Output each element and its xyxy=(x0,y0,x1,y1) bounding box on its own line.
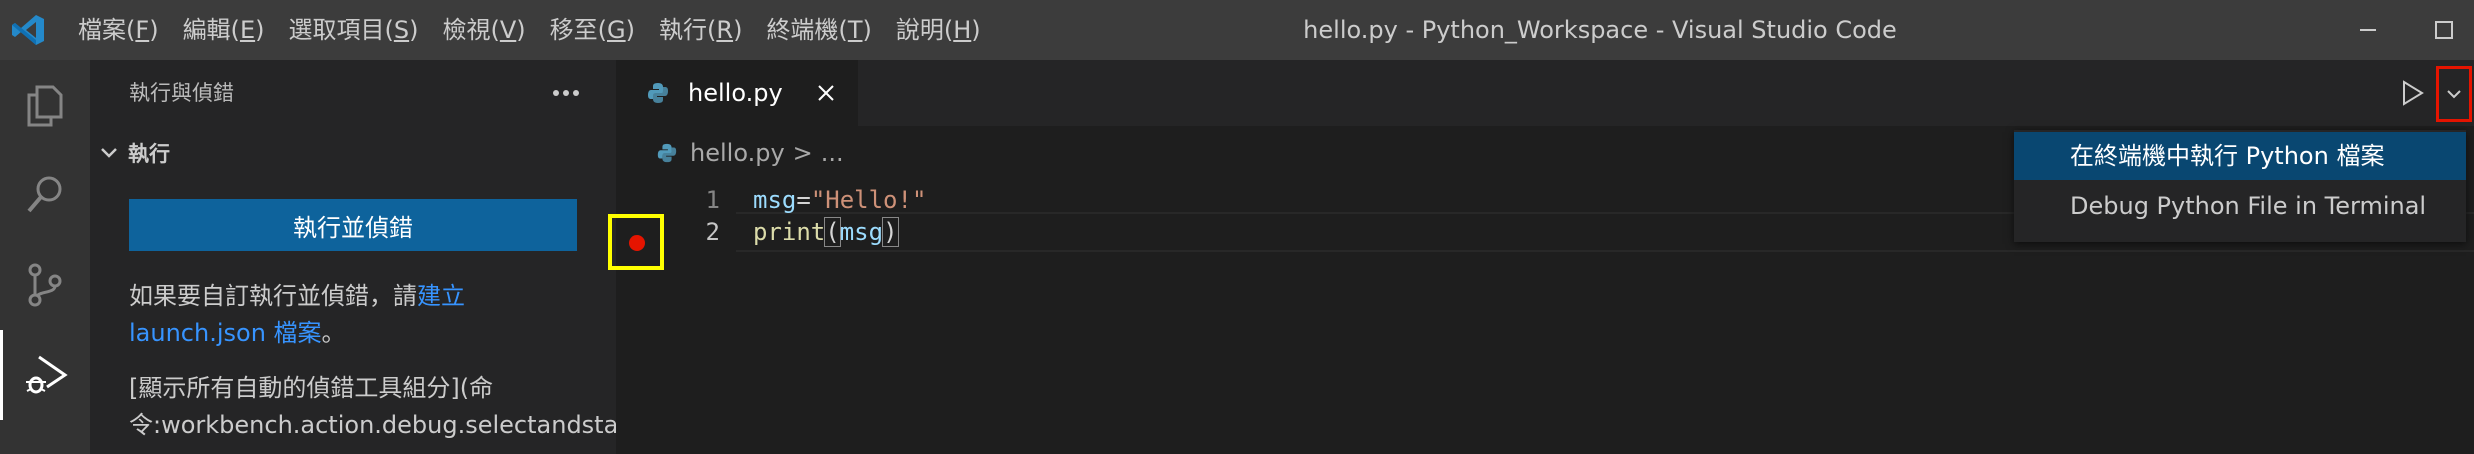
activity-bar xyxy=(0,60,90,454)
minimize-icon xyxy=(2360,29,2376,31)
close-icon xyxy=(818,85,834,101)
sidebar-title: 執行與偵錯 xyxy=(129,81,234,105)
run-and-debug-button[interactable]: 執行並偵錯 xyxy=(129,199,577,251)
title-bar: 檔案(F) 編輯(E) 選取項目(S) 檢視(V) 移至(G) 執行(R) 終端… xyxy=(0,0,2474,60)
python-file-icon xyxy=(657,143,677,163)
chevron-down-icon xyxy=(2447,90,2461,99)
menu-item-debug-in-terminal[interactable]: Debug Python File in Terminal xyxy=(2014,182,2466,230)
more-actions-button[interactable] xyxy=(546,76,586,110)
menu-terminal[interactable]: 終端機(T) xyxy=(754,0,883,60)
run-python-file-icon[interactable] xyxy=(2397,78,2427,108)
search-icon xyxy=(27,176,62,213)
menu-item-run-in-terminal[interactable]: 在終端機中執行 Python 檔案 xyxy=(2014,132,2466,180)
run-section-label: 執行 xyxy=(128,142,170,166)
breadcrumb-separator: > xyxy=(792,139,813,167)
vscode-logo-icon xyxy=(12,15,44,45)
run-section-header[interactable]: 執行 xyxy=(98,126,170,180)
run-debug-button[interactable] xyxy=(0,330,90,420)
explorer-button[interactable] xyxy=(0,60,90,150)
code-line-2: print(msg) xyxy=(753,217,899,247)
menu-go[interactable]: 移至(G) xyxy=(538,0,647,60)
menu-edit[interactable]: 編輯(E) xyxy=(171,0,277,60)
menu-help[interactable]: 說明(H) xyxy=(884,0,993,60)
run-options-menu: 在終端機中執行 Python 檔案 Debug Python File in T… xyxy=(2014,130,2466,242)
maximize-icon xyxy=(2435,21,2453,39)
ellipsis-icon xyxy=(553,90,579,96)
minimize-button[interactable] xyxy=(2338,0,2398,60)
run-debug-icon xyxy=(25,355,68,394)
line-number: 2 xyxy=(705,218,720,246)
run-debug-sidebar: 執行與偵錯 執行 執行並偵錯 如果要自訂執行並偵錯，請建立 launch.jso… xyxy=(90,60,647,454)
breadcrumb-file[interactable]: hello.py xyxy=(690,139,785,167)
menu-view[interactable]: 檢視(V) xyxy=(430,0,537,60)
menu-file[interactable]: 檔案(F) xyxy=(66,0,171,60)
chevron-down-icon xyxy=(101,148,117,158)
menu-run[interactable]: 執行(R) xyxy=(647,0,754,60)
source-control-icon xyxy=(28,263,62,307)
window-title: hello.py - Python_Workspace - Visual Stu… xyxy=(1303,16,1897,44)
tab-close-button[interactable] xyxy=(812,79,840,107)
breadcrumb-symbols[interactable]: ... xyxy=(821,139,844,167)
maximize-button[interactable] xyxy=(2414,0,2474,60)
source-control-button[interactable] xyxy=(0,240,90,330)
breakpoint-icon[interactable] xyxy=(629,235,645,251)
tab-hello-py[interactable]: hello.py xyxy=(616,60,858,126)
help-text: 如果要自訂執行並偵錯，請建立 launch.json 檔案。 xyxy=(129,282,465,347)
python-file-icon xyxy=(648,83,668,103)
editor-tab-bar: hello.py xyxy=(616,60,2474,126)
search-button[interactable] xyxy=(0,150,90,240)
run-options-dropdown-button[interactable] xyxy=(2436,66,2472,122)
menu-bar: 檔案(F) 編輯(E) 選取項目(S) 檢視(V) 移至(G) 執行(R) 終端… xyxy=(66,0,993,60)
show-debuggers-text: [顯示所有自動的偵錯工具組分](命 令:workbench.action.deb… xyxy=(129,374,647,439)
tab-label: hello.py xyxy=(688,79,783,107)
menu-selection[interactable]: 選取項目(S) xyxy=(276,0,430,60)
breadcrumb: hello.py > ... xyxy=(616,126,1816,180)
files-icon xyxy=(27,85,63,127)
